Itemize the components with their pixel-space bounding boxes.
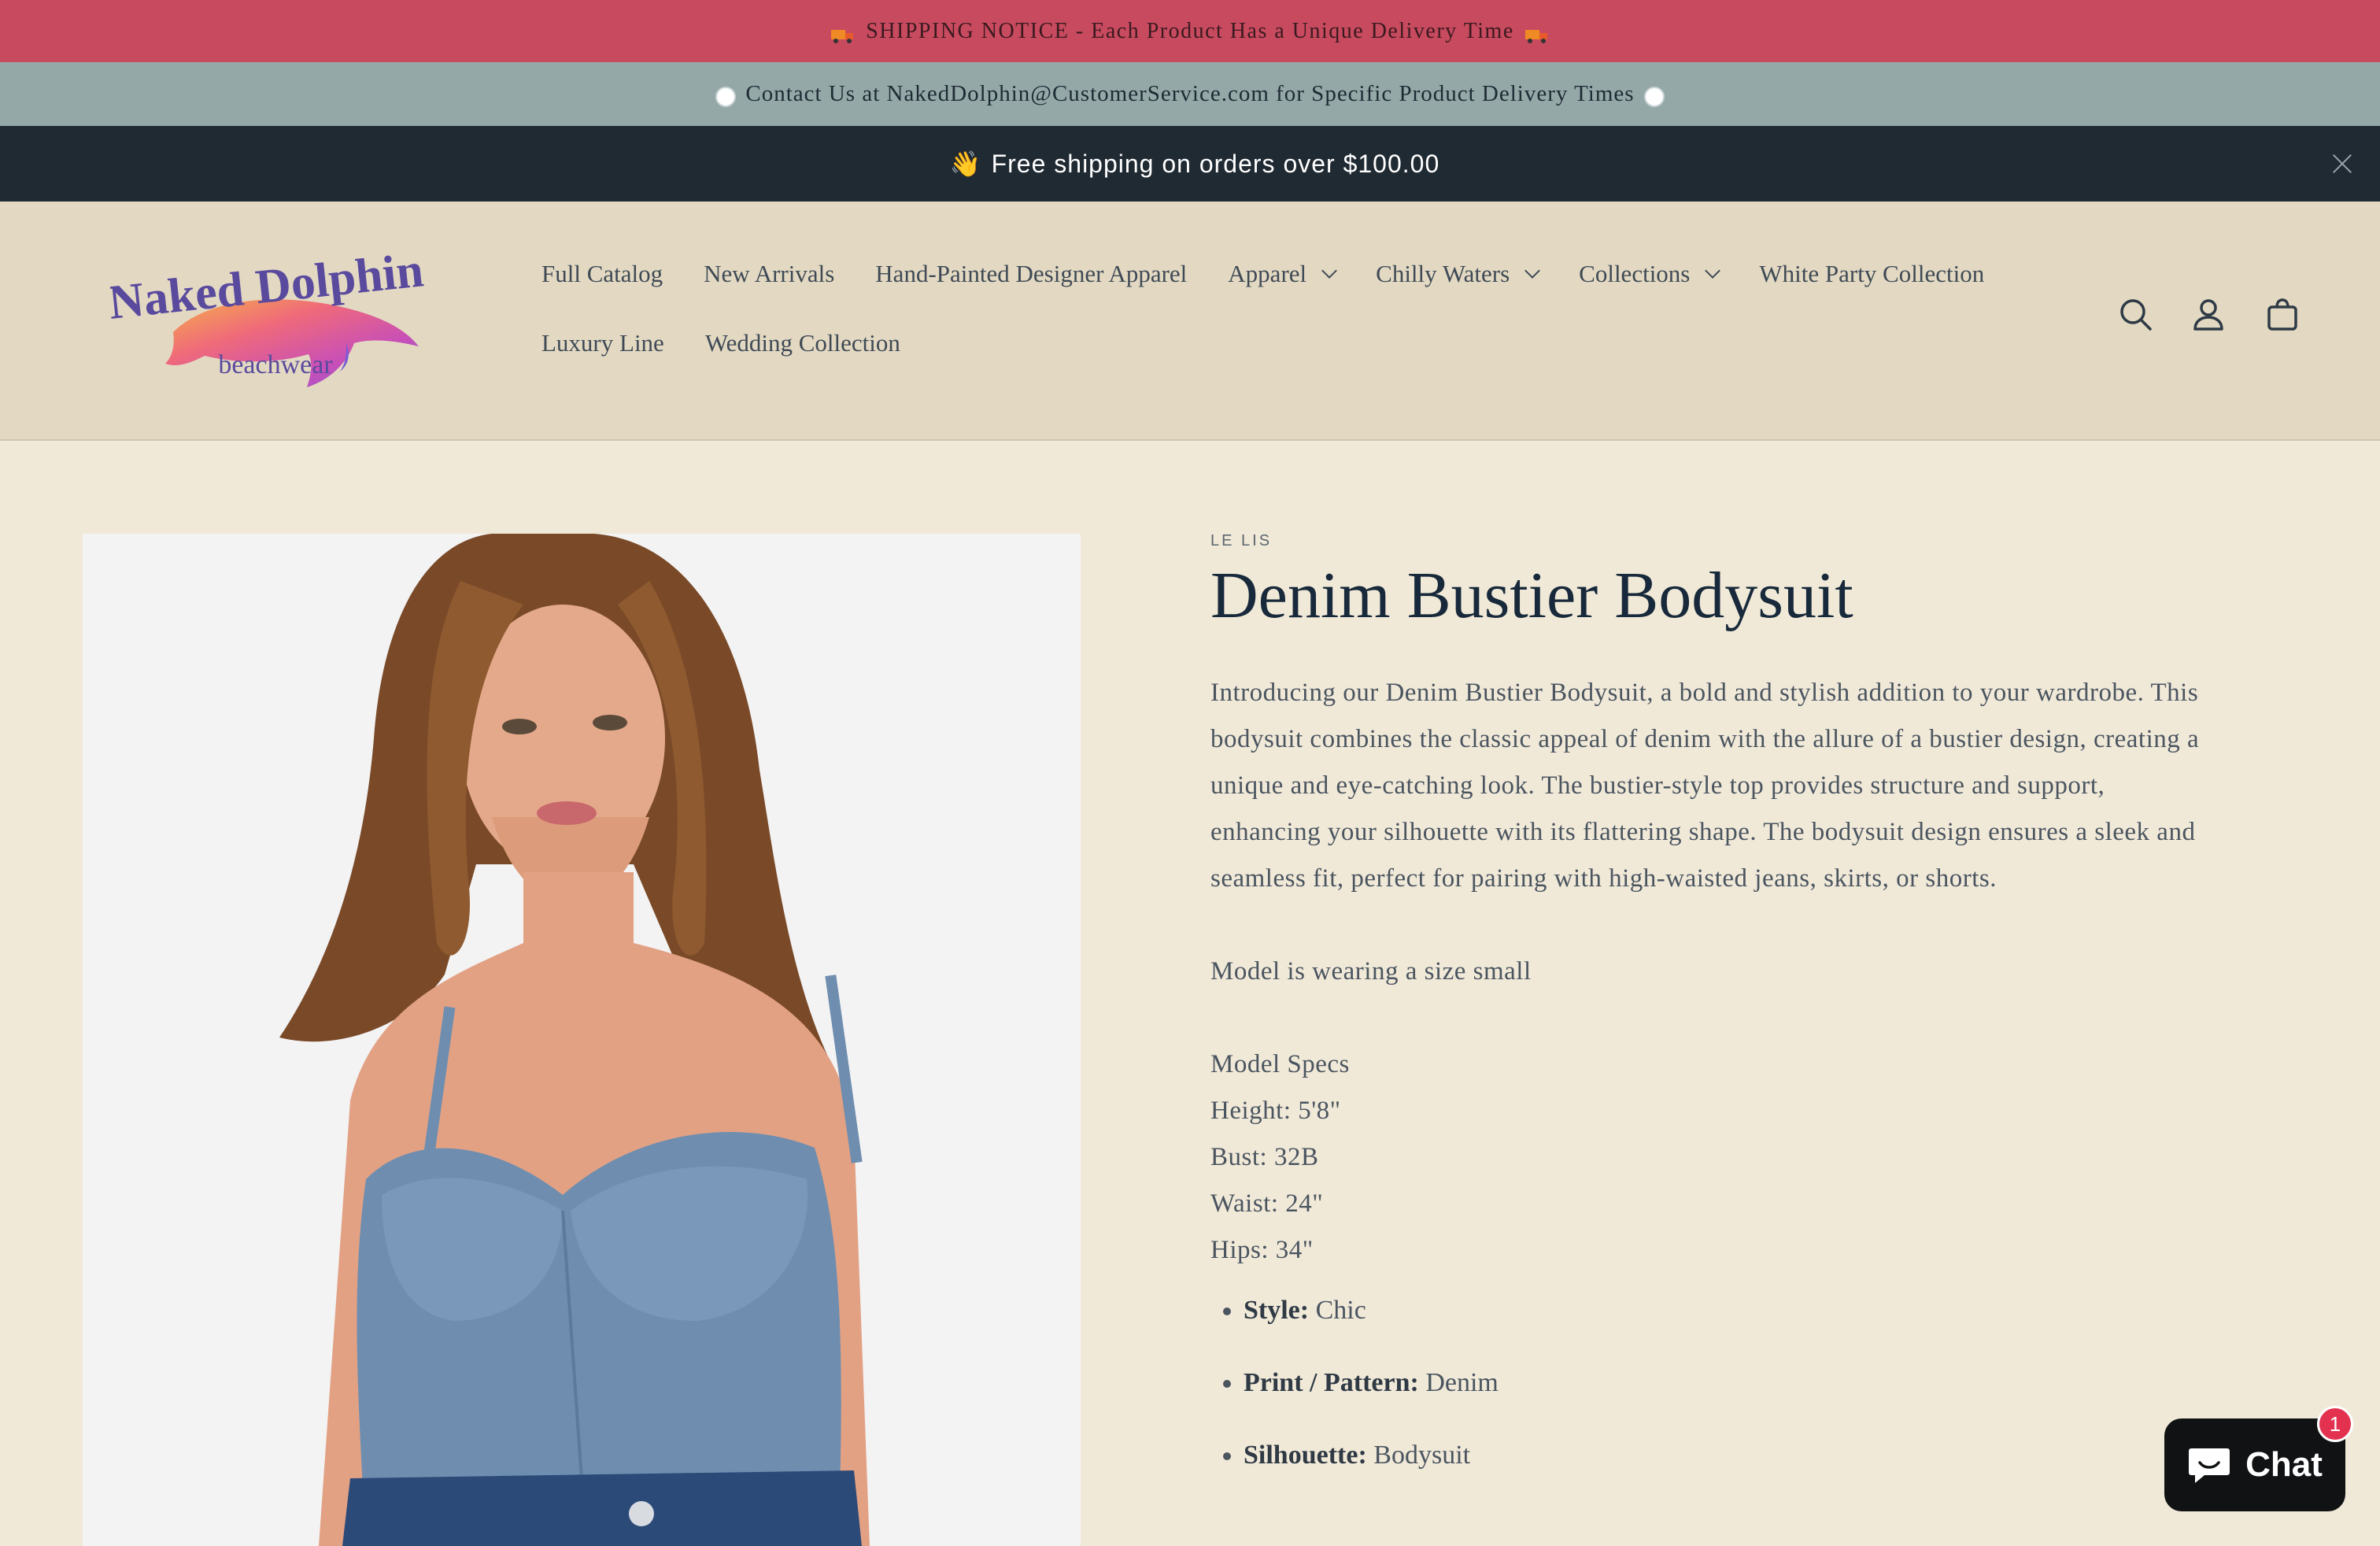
- feature-item: Style: Chic: [1244, 1288, 2202, 1333]
- shipping-notice-bar: SHIPPING NOTICE - Each Product Has a Uni…: [0, 0, 2380, 62]
- product-features: Style: Chic Print / Pattern: Denim Silho…: [1210, 1288, 2202, 1478]
- nav-item-label: White Party Collection: [1759, 260, 1985, 287]
- nav-item-label: Wedding Collection: [704, 329, 900, 357]
- chat-notification-badge: 1: [2317, 1406, 2353, 1442]
- nav-item-luxury-line[interactable]: Luxury Line: [541, 329, 664, 357]
- product-description: Introducing our Denim Bustier Bodysuit, …: [1210, 670, 2202, 1274]
- nav-item-label: Collections: [1579, 260, 1691, 287]
- model-spec-waist: Waist: 24": [1210, 1189, 1324, 1219]
- nav-row: Full Catalog New Arrivals Hand-Painted Des…: [541, 257, 2084, 291]
- feature-label: Silhouette:: [1244, 1441, 1367, 1470]
- product-image[interactable]: [83, 534, 1081, 1546]
- shipping-notice-text: SHIPPING NOTICE - Each Product Has a Uni…: [866, 18, 1514, 43]
- chevron-down-icon: [1524, 263, 1541, 279]
- nav-item-apparel[interactable]: Apparel: [1228, 260, 1338, 288]
- free-shipping-text: Free shipping on orders over $100.00: [991, 149, 1440, 178]
- free-shipping-bar: 👋 Free shipping on orders over $100.00: [0, 126, 2380, 202]
- svg-text:beachwear: beachwear: [218, 350, 333, 379]
- truck-icon: [1524, 25, 1549, 43]
- chat-label: Chat: [2245, 1445, 2323, 1484]
- nav-item-wedding-collection[interactable]: Wedding Collection: [705, 329, 900, 357]
- cart-icon[interactable]: [2262, 294, 2303, 335]
- nav-item-new-arrivals[interactable]: New Arrivals: [704, 260, 834, 288]
- clock-icon: [715, 86, 737, 107]
- waving-hand-icon: 👋: [949, 149, 982, 179]
- contact-notice-text: Contact Us at NakedDolphin@CustomerServi…: [745, 81, 1635, 106]
- model-size-note: Model is wearing a size small: [1210, 957, 1532, 986]
- feature-item: Print / Pattern: Denim: [1244, 1360, 2202, 1406]
- clock-icon: [1643, 86, 1665, 107]
- nav-item-chilly-waters[interactable]: Chilly Waters: [1376, 260, 1541, 288]
- nav-item-label: Full Catalog: [541, 260, 663, 287]
- feature-value: Bodysuit: [1366, 1441, 1471, 1470]
- search-icon[interactable]: [2116, 294, 2156, 335]
- feature-value: Denim: [1418, 1368, 1499, 1398]
- description-paragraph: Introducing our Denim Bustier Bodysuit, …: [1210, 679, 2200, 893]
- truck-icon: [831, 25, 855, 43]
- main-navigation: Full Catalog New Arrivals Hand-Painted Des…: [541, 257, 2084, 361]
- nav-item-label: Hand-Painted Designer Apparel: [875, 260, 1188, 287]
- product-title: Denim Bustier Bodysuit: [1210, 559, 1853, 632]
- nav-item-label: Luxury Line: [541, 329, 664, 357]
- contact-notice-bar: Contact Us at NakedDolphin@CustomerServi…: [0, 62, 2380, 126]
- nav-item-white-party-collection[interactable]: White Party Collection: [1759, 260, 1984, 288]
- model-spec-bust: Bust: 32B: [1210, 1143, 1319, 1172]
- feature-item: Silhouette: Bodysuit: [1244, 1433, 2202, 1478]
- nav-item-label: Chilly Waters: [1376, 260, 1510, 287]
- feature-label: Print / Pattern:: [1244, 1368, 1419, 1398]
- nav-item-full-catalog[interactable]: Full Catalog: [541, 260, 663, 288]
- nav-item-label: New Arrivals: [704, 260, 835, 287]
- model-spec-height: Height: 5'8": [1210, 1097, 1341, 1126]
- chat-bubble-icon: [2189, 1448, 2230, 1483]
- account-icon[interactable]: [2188, 294, 2229, 335]
- feature-label: Style:: [1244, 1296, 1310, 1326]
- chevron-down-icon: [1705, 263, 1721, 279]
- chat-button[interactable]: Chat: [2164, 1418, 2345, 1511]
- naked-dolphin-logo[interactable]: Naked Dolphin beachwear: [110, 246, 441, 395]
- nav-item-collections[interactable]: Collections: [1579, 260, 1721, 288]
- chevron-down-icon: [1321, 263, 1338, 279]
- site-header: Naked Dolphin beachwear Full Catalog New …: [0, 202, 2380, 441]
- model-spec-hips: Hips: 34": [1210, 1236, 1314, 1265]
- model-specs-heading: Model Specs: [1210, 1050, 1350, 1079]
- product-info: LE LIS Denim Bustier Bodysuit Introducin…: [1210, 532, 2202, 1505]
- product-vendor[interactable]: LE LIS: [1210, 532, 2202, 550]
- close-icon[interactable]: [2328, 150, 2356, 178]
- nav-row: Luxury Line Wedding Collection: [541, 326, 2084, 361]
- feature-value: Chic: [1309, 1296, 1366, 1326]
- nav-item-hand-painted-designer-apparel[interactable]: Hand-Painted Designer Apparel: [875, 260, 1187, 288]
- nav-item-label: Apparel: [1228, 260, 1307, 287]
